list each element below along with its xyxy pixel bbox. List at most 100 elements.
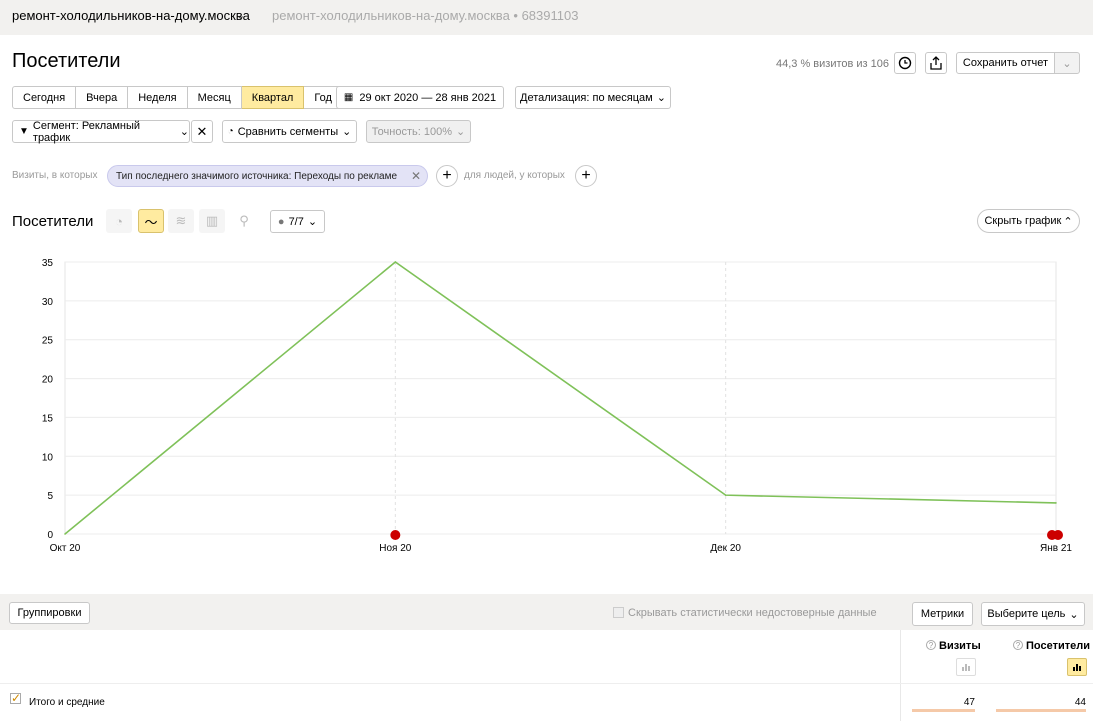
chevron-down-icon: ⌄ — [656, 92, 666, 104]
totals-label: Итого и средние — [29, 697, 105, 708]
date-range-button[interactable]: ▦ 29 окт 2020 — 28 янв 2021 — [336, 86, 504, 109]
chevron-down-icon: ⌄ — [342, 126, 352, 138]
y-tick-label: 20 — [42, 375, 54, 386]
visits-share: 44,3 % визитов из 106 — [776, 58, 890, 70]
y-tick-label: 0 — [47, 530, 53, 541]
x-tick-label: Ноя 20 — [379, 543, 412, 554]
map-icon[interactable]: ⚲ — [231, 209, 257, 233]
chevron-down-icon: ⌄ — [455, 126, 466, 138]
compare-segments-button[interactable]: ◔ Сравнить сегменты ⌄ — [222, 120, 357, 143]
site-name[interactable]: ремонт-холодильников-на-дому.москва — [12, 8, 250, 23]
bar-chart-icon[interactable]: ▥ — [199, 209, 225, 233]
hide-chart-button[interactable]: Скрыть график ⌃ — [977, 209, 1080, 233]
line-chart: 0 5 10 15 20 25 30 35 Окт 20 Ноя 20 Дек 20 Янв 21 — [42, 258, 1073, 554]
comment-icon: ● — [277, 215, 285, 228]
detail-select[interactable]: Детализация: по месяцам ⌄ — [515, 86, 671, 109]
detail-label: Детализация: по месяцам — [520, 91, 653, 104]
y-tick-label: 10 — [42, 452, 54, 463]
help-icon[interactable]: ? — [926, 640, 936, 650]
y-tick-label: 15 — [42, 413, 54, 424]
area-chart-icon[interactable]: ≋ — [168, 209, 194, 233]
column-visits[interactable]: Визиты — [939, 640, 981, 652]
data-point — [1055, 502, 1057, 504]
goal-select[interactable]: Выберите цель ⌄ — [981, 602, 1085, 626]
chevron-down-icon: ⌄ — [1069, 608, 1079, 621]
clock-icon — [898, 56, 912, 70]
export-button[interactable] — [925, 52, 947, 74]
compare-label: Сравнить сегменты — [237, 125, 339, 138]
accuracy-label: Точность: 100% — [371, 125, 452, 138]
period-month[interactable]: Месяц — [187, 86, 242, 109]
site-url: ремонт-холодильников-на-дому.москва • 68… — [272, 8, 579, 23]
chevron-down-icon: ⌄ — [1062, 57, 1072, 70]
close-icon[interactable]: ✕ — [411, 169, 421, 183]
pie-chart-icon[interactable]: ◔ — [106, 209, 132, 233]
y-tick-label: 35 — [42, 258, 54, 269]
metrics-count-button[interactable]: ● 7/7 ⌄ — [270, 210, 325, 233]
chevron-up-icon: ⌃ — [1063, 215, 1073, 228]
plot-area — [64, 261, 1057, 535]
annotation-marker — [1047, 530, 1057, 540]
visitors-share-bar — [996, 709, 1086, 712]
save-report-button[interactable]: Сохранить отчет — [956, 52, 1055, 74]
metrics-count: 7/7 — [288, 215, 304, 228]
x-tick-label: Окт 20 — [50, 543, 81, 554]
plus-icon: + — [442, 167, 452, 184]
series-line — [64, 260, 1057, 535]
chevron-down-icon: ⌄ — [179, 126, 189, 138]
chart-title: Посетители — [12, 213, 94, 230]
save-options-button[interactable]: ⌄ — [1054, 52, 1080, 74]
add-people-filter-button[interactable]: + — [575, 165, 597, 187]
compare-icon: ◔ — [227, 126, 234, 137]
clear-segment-button[interactable]: ✕ — [191, 120, 213, 143]
total-visits: 47 — [963, 697, 975, 708]
period-today[interactable]: Сегодня — [12, 86, 77, 109]
hide-unreliable-checkbox[interactable] — [613, 607, 624, 618]
segment-label: Сегмент: Рекламный трафик — [32, 119, 141, 144]
share-icon — [930, 56, 942, 70]
page-title: Посетители — [12, 50, 121, 72]
chart-toggle-visitors[interactable] — [1067, 658, 1087, 676]
period-quarter[interactable]: Квартал — [241, 86, 305, 109]
date-range-label: 29 окт 2020 — 28 янв 2021 — [359, 91, 497, 104]
total-visitors: 44 — [1074, 697, 1086, 708]
x-tick-label: Дек 20 — [710, 543, 741, 554]
data-point — [64, 533, 66, 535]
people-filter-prefix: для людей, у которых — [464, 170, 565, 181]
x-tick-label: Янв 21 — [1040, 543, 1072, 554]
period-week[interactable]: Неделя — [128, 86, 188, 109]
line-chart-icon[interactable]: 〜 — [138, 209, 164, 233]
table-header-separator — [0, 683, 1093, 684]
annotation-marker — [390, 530, 401, 540]
plus-icon: + — [581, 167, 591, 184]
y-tick-label: 25 — [42, 336, 54, 347]
y-tick-label: 5 — [47, 491, 53, 502]
segment-select[interactable]: ▼ Сегмент: Рекламный трафик ⌄ — [12, 119, 190, 144]
calendar-icon: ▦ — [343, 92, 354, 103]
hide-chart-label: Скрыть график — [984, 215, 1062, 227]
metrics-button[interactable]: Метрики — [912, 602, 973, 626]
visits-share-bar — [912, 709, 975, 712]
history-button[interactable] — [894, 52, 916, 74]
filter-icon: ▼ — [19, 126, 29, 137]
close-icon: ✕ — [196, 123, 208, 139]
period-selector: Сегодня Вчера Неделя Месяц Квартал Год — [12, 86, 343, 109]
column-visitors[interactable]: Посетители — [1026, 640, 1090, 652]
add-visit-filter-button[interactable]: + — [436, 165, 458, 187]
filter-prefix: Визиты, в которых — [12, 170, 98, 181]
hide-unreliable-label: Скрывать статистически недостоверные дан… — [628, 607, 877, 619]
totals-checkbox[interactable]: ✓ — [10, 692, 21, 704]
filter-chip[interactable]: Тип последнего значимого источника: Пере… — [107, 165, 428, 187]
accuracy-select[interactable]: Точность: 100% ⌄ — [366, 120, 471, 143]
filter-chip-label: Тип последнего значимого источника: Пере… — [116, 170, 398, 182]
goal-label: Выберите цель — [987, 608, 1066, 620]
table-divider — [900, 630, 901, 721]
help-icon[interactable]: ? — [1013, 640, 1023, 650]
data-point — [394, 261, 397, 263]
groupings-button[interactable]: Группировки — [9, 602, 90, 624]
period-yesterday[interactable]: Вчера — [76, 86, 129, 109]
chart-toggle-visits[interactable] — [956, 658, 976, 676]
y-tick-label: 30 — [42, 297, 54, 308]
chevron-down-icon[interactable]: ⌄ — [236, 9, 245, 22]
data-point — [724, 494, 727, 496]
